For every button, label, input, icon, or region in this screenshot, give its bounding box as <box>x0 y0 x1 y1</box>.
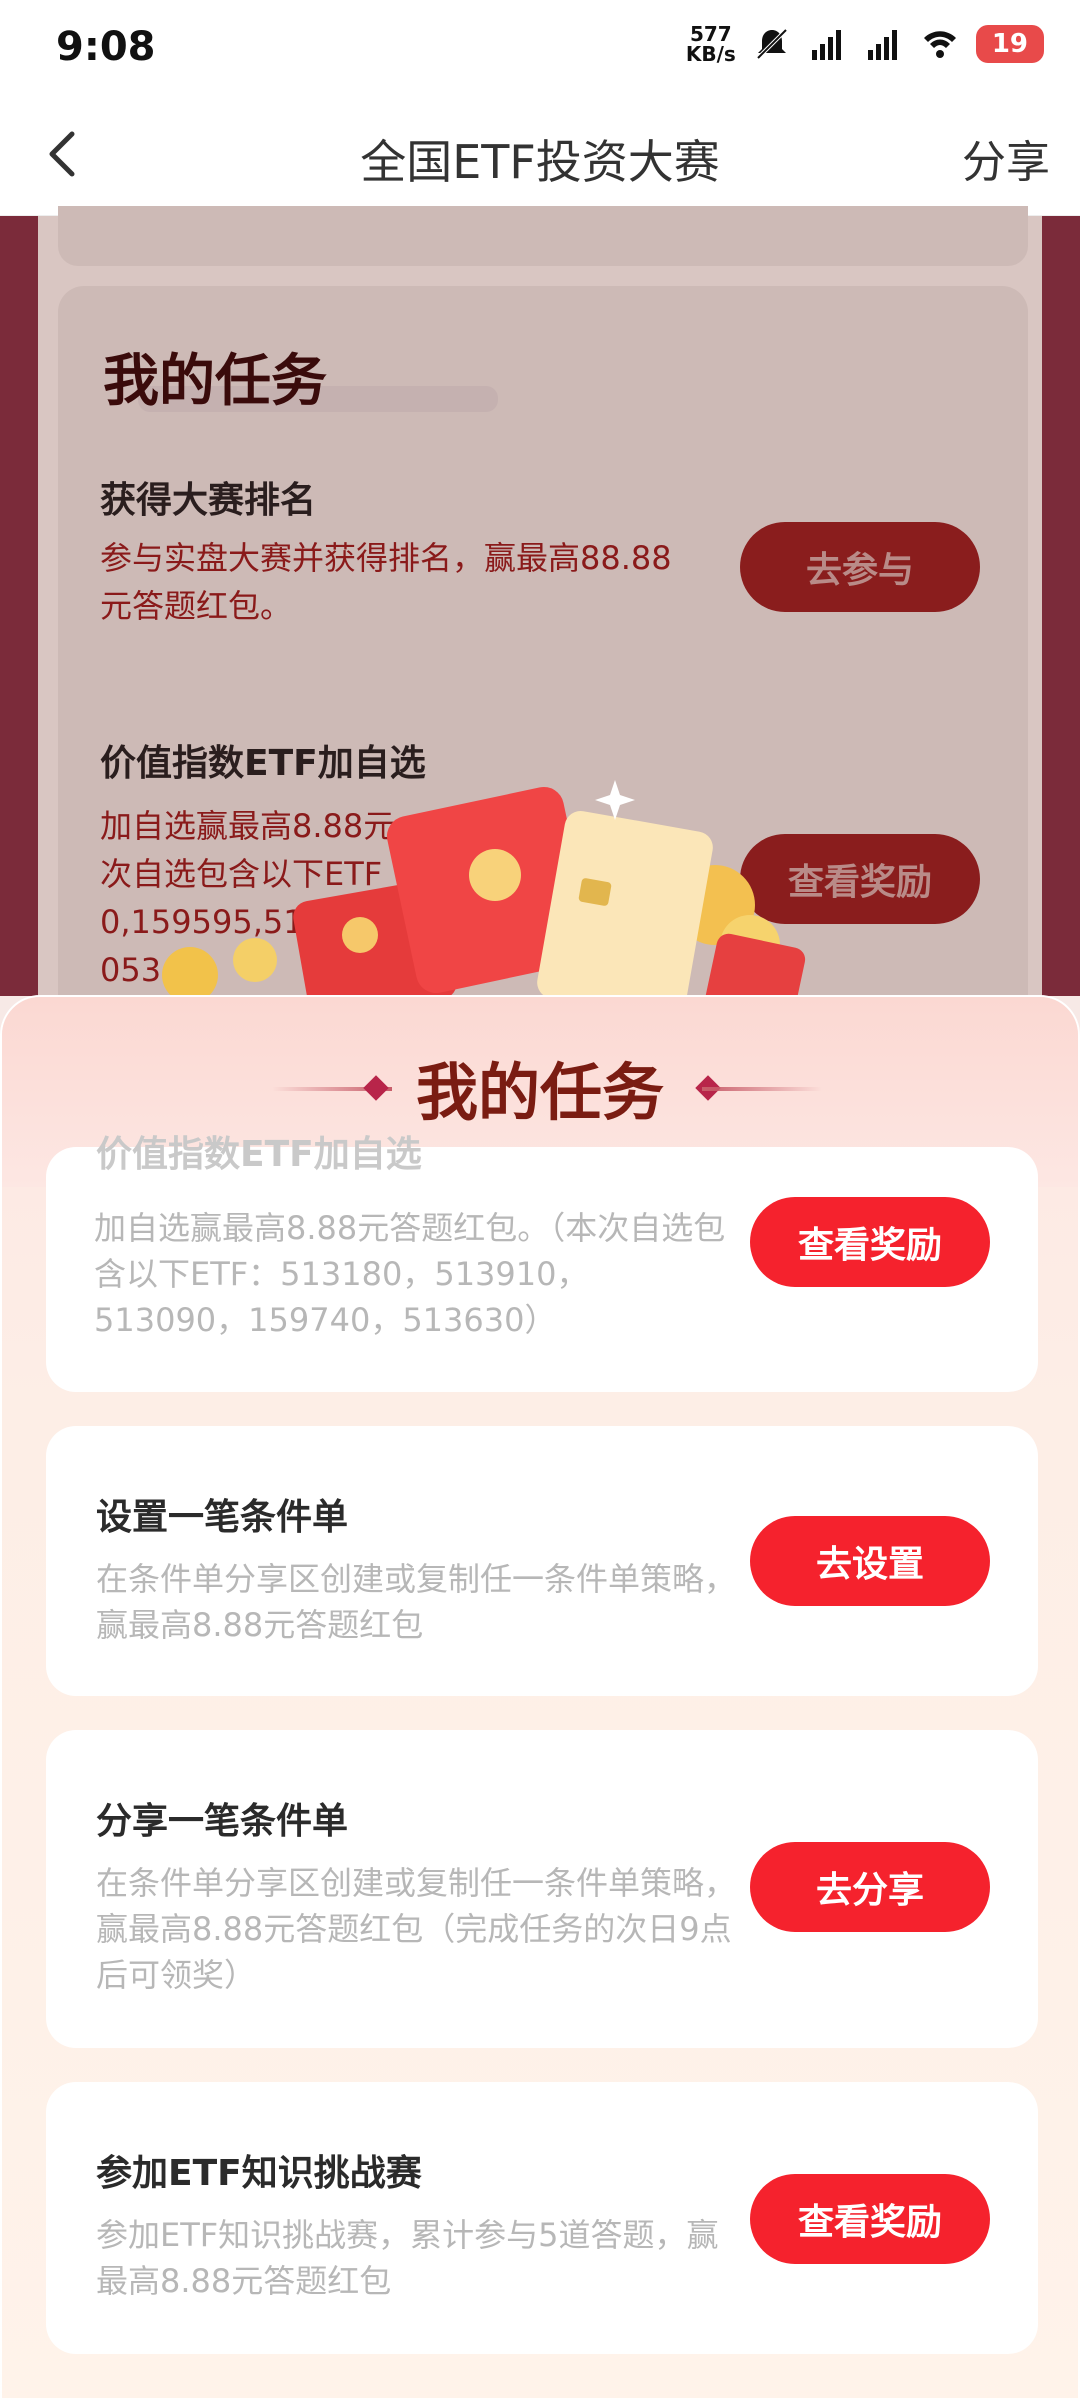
title-ornament-right <box>702 1087 822 1091</box>
view-reward-button[interactable]: 查看奖励 <box>750 2174 990 2264</box>
view-reward-button[interactable]: 查看奖励 <box>750 1197 990 1287</box>
task-title: 分享一笔条件单 <box>96 1801 349 1842</box>
task-description: 参加ETF知识挑战赛，累计参与5道答题，赢最高8.88元答题红包 <box>96 2216 719 2300</box>
task-card: 分享一笔条件单 在条件单分享区创建或复制任一条件单策略，赢最高8.88元答题红包… <box>46 1730 1038 2048</box>
task-description: 加自选赢最高8.88元答题红包。（本次自选包含以下ETF：513180，5139… <box>94 1209 726 1339</box>
task-description: 在条件单分享区创建或复制任一条件单策略，赢最高8.88元答题红包（完成任务的次日… <box>96 1864 737 1994</box>
bg-task-title: 获得大赛排名 <box>100 480 317 521</box>
network-speed: 577 KB/s <box>686 24 736 64</box>
task-card: 参加ETF知识挑战赛 参加ETF知识挑战赛，累计参与5道答题，赢最高8.88元答… <box>46 2082 1038 2354</box>
signal-icon <box>811 30 841 60</box>
background-card-top <box>58 206 1028 266</box>
battery-indicator: 19 <box>975 25 1044 63</box>
network-speed-unit: KB/s <box>685 42 736 66</box>
silent-bell-icon <box>756 28 788 60</box>
bg-task-description: 参与实盘大赛并获得排名，赢最高88.88元答题红包。 <box>100 539 672 625</box>
task-list: 价值指数ETF加自选 加自选赢最高8.88元答题红包。（本次自选包含以下ETF：… <box>46 1134 1038 2388</box>
signal-icon-2 <box>867 30 897 60</box>
bg-join-button: 去参与 <box>740 522 980 612</box>
network-speed-value: 577 <box>689 22 732 46</box>
task-card: 设置一笔条件单 在条件单分享区创建或复制任一条件单策略，赢最高8.88元答题红包… <box>46 1426 1038 1696</box>
status-time: 9:08 <box>56 24 156 70</box>
task-title: 设置一笔条件单 <box>96 1497 349 1538</box>
status-icons: 577 KB/s 19 <box>686 24 1044 64</box>
tasks-bottom-sheet: 我的任务 价值指数ETF加自选 加自选赢最高8.88元答题红包。（本次自选包含以… <box>0 995 1080 2400</box>
task-title: 价值指数ETF加自选 <box>96 1134 422 1175</box>
page-title: 全国ETF投资大赛 <box>360 135 720 189</box>
status-bar: 9:08 577 KB/s 19 <box>0 0 1080 100</box>
sheet-title: 我的任务 <box>415 1056 664 1129</box>
task-card: 价值指数ETF加自选 加自选赢最高8.88元答题红包。（本次自选包含以下ETF：… <box>46 1134 1038 1392</box>
share-button[interactable]: 分享 <box>962 126 1050 190</box>
task-title: 参加ETF知识挑战赛 <box>96 2153 422 2194</box>
share-condition-order-button[interactable]: 去分享 <box>750 1842 990 1932</box>
red-envelope-illustration <box>162 780 806 1020</box>
task-description: 在条件单分享区创建或复制任一条件单策略，赢最高8.88元答题红包 <box>96 1560 737 1644</box>
set-condition-order-button[interactable]: 去设置 <box>750 1516 990 1606</box>
wifi-icon <box>923 31 956 58</box>
background-section-title: 我的任务 <box>103 349 327 414</box>
app-header: 全国ETF投资大赛 分享 <box>0 100 1080 216</box>
